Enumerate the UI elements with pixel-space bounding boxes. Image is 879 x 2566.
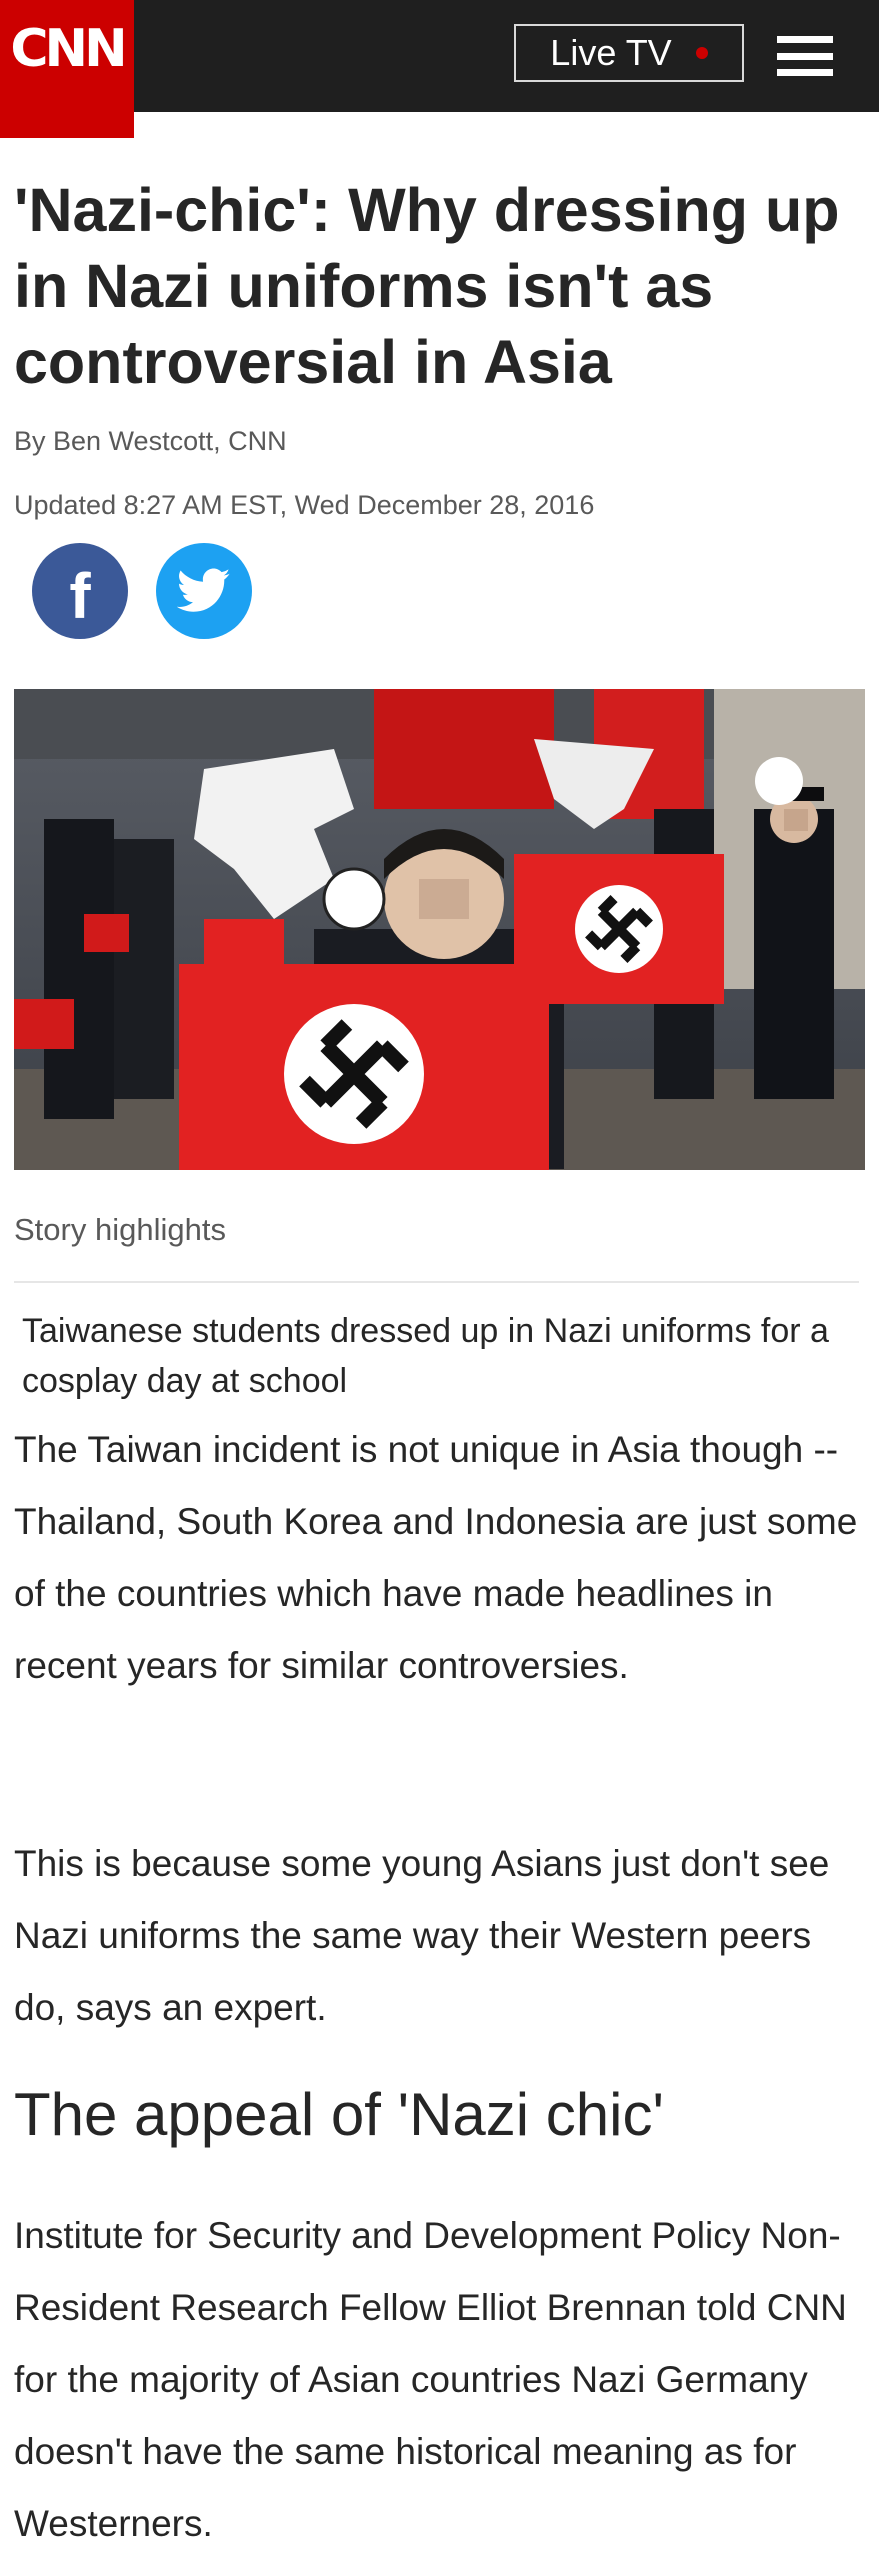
logo-text: CNN [10,19,127,79]
article-paragraph: Institute for Security and Development P… [14,2215,847,2544]
article-paragraph: This is because some young Asians just d… [14,1843,830,2028]
live-tv-label: Live TV [550,32,672,73]
top-nav-bar: CNN Live TV [0,0,879,138]
facebook-icon: f [69,560,91,632]
twitter-share-button[interactable] [156,543,252,639]
article-headline: 'Nazi-chic': Why dressing up in Nazi uni… [14,176,840,396]
highlights-divider [14,1281,859,1283]
highlight-item: Taiwanese students dressed up in Nazi un… [22,1312,829,1400]
article-photo[interactable] [14,689,865,1170]
hamburger-menu-icon[interactable] [777,36,833,76]
section-subhead: The appeal of 'Nazi chic' [14,2081,664,2148]
photo-illustration [14,689,865,1170]
story-highlights-title: Story highlights [14,1212,226,1247]
byline: By Ben Westcott, CNN [14,426,287,456]
timestamp: Updated 8:27 AM EST, Wed December 28, 20… [14,490,595,520]
article-paragraph: The Taiwan incident is not unique in Asi… [14,1429,858,1686]
twitter-icon [177,568,231,612]
live-indicator-icon [695,47,708,59]
live-tv-button[interactable]: Live TV [514,24,744,82]
facebook-share-button[interactable]: f [32,543,128,639]
cnn-logo[interactable]: CNN [0,0,134,138]
